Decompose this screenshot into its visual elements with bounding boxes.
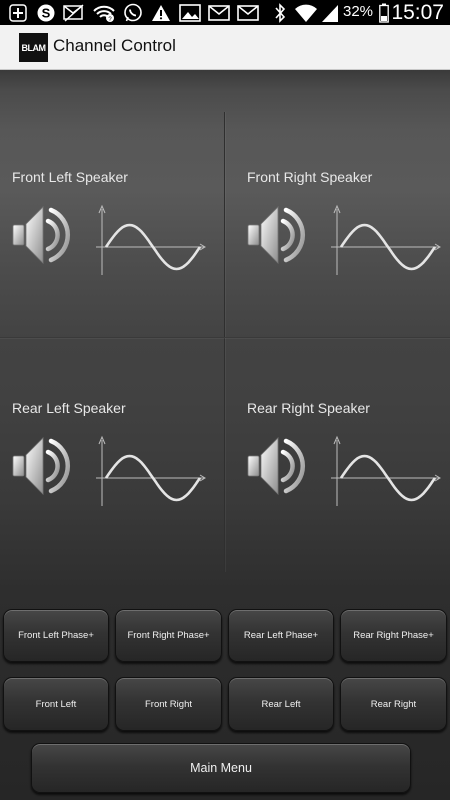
rear-left-phase-button[interactable]: Rear Left Phase+ xyxy=(228,609,334,662)
sine-wave-icon xyxy=(329,203,441,277)
battery-icon xyxy=(378,2,390,23)
status-bar: S ? 32% 15:07 xyxy=(0,0,450,25)
app-logo[interactable]: BLAM xyxy=(19,33,48,62)
front-left-button[interactable]: Front Left xyxy=(3,677,109,731)
channel-control-content: Front Left Speaker Front Right Speaker R… xyxy=(0,70,450,800)
front-right-button[interactable]: Front Right xyxy=(115,677,222,731)
speaker-name: Front Right Speaker xyxy=(247,169,373,185)
speaker-icon[interactable] xyxy=(247,203,315,267)
front-right-phase-button[interactable]: Front Right Phase+ xyxy=(115,609,222,662)
signal-icon xyxy=(320,2,340,23)
mail-icon xyxy=(207,2,231,23)
mail-icon xyxy=(236,2,260,23)
speaker-panel-front-left: Front Left Speaker xyxy=(0,169,224,369)
skype-icon: S xyxy=(35,2,57,23)
speaker-panel-rear-left: Rear Left Speaker xyxy=(0,400,224,600)
sine-wave-icon xyxy=(94,434,206,508)
image-icon xyxy=(178,2,202,23)
bluetooth-icon xyxy=(272,2,288,23)
front-left-phase-button[interactable]: Front Left Phase+ xyxy=(3,609,109,662)
mail-muted-icon xyxy=(62,2,86,23)
speaker-name: Rear Left Speaker xyxy=(12,400,126,416)
svg-text:S: S xyxy=(42,5,51,20)
clock: 15:07 xyxy=(391,1,444,24)
rear-right-button[interactable]: Rear Right xyxy=(340,677,447,731)
vertical-divider xyxy=(224,112,225,572)
speaker-panel-front-right: Front Right Speaker xyxy=(235,169,450,369)
speaker-name: Front Left Speaker xyxy=(12,169,128,185)
speaker-icon[interactable] xyxy=(12,203,80,267)
main-menu-button[interactable]: Main Menu xyxy=(31,743,411,793)
warning-icon xyxy=(150,2,172,23)
rear-right-phase-button[interactable]: Rear Right Phase+ xyxy=(340,609,447,662)
speaker-name: Rear Right Speaker xyxy=(247,400,370,416)
app-title: Channel Control xyxy=(53,36,176,55)
action-bar: BLAM Channel Control xyxy=(0,25,450,70)
whatsapp-icon xyxy=(121,2,145,23)
wifi-question-icon: ? xyxy=(91,2,117,23)
rear-left-button[interactable]: Rear Left xyxy=(228,677,334,731)
speaker-icon[interactable] xyxy=(247,434,315,498)
sine-wave-icon xyxy=(94,203,206,277)
speaker-panel-rear-right: Rear Right Speaker xyxy=(235,400,450,600)
wifi-icon xyxy=(294,2,318,23)
speaker-icon[interactable] xyxy=(12,434,80,498)
sine-wave-icon xyxy=(329,434,441,508)
battery-percent: 32% xyxy=(343,3,374,20)
add-icon xyxy=(8,2,28,23)
